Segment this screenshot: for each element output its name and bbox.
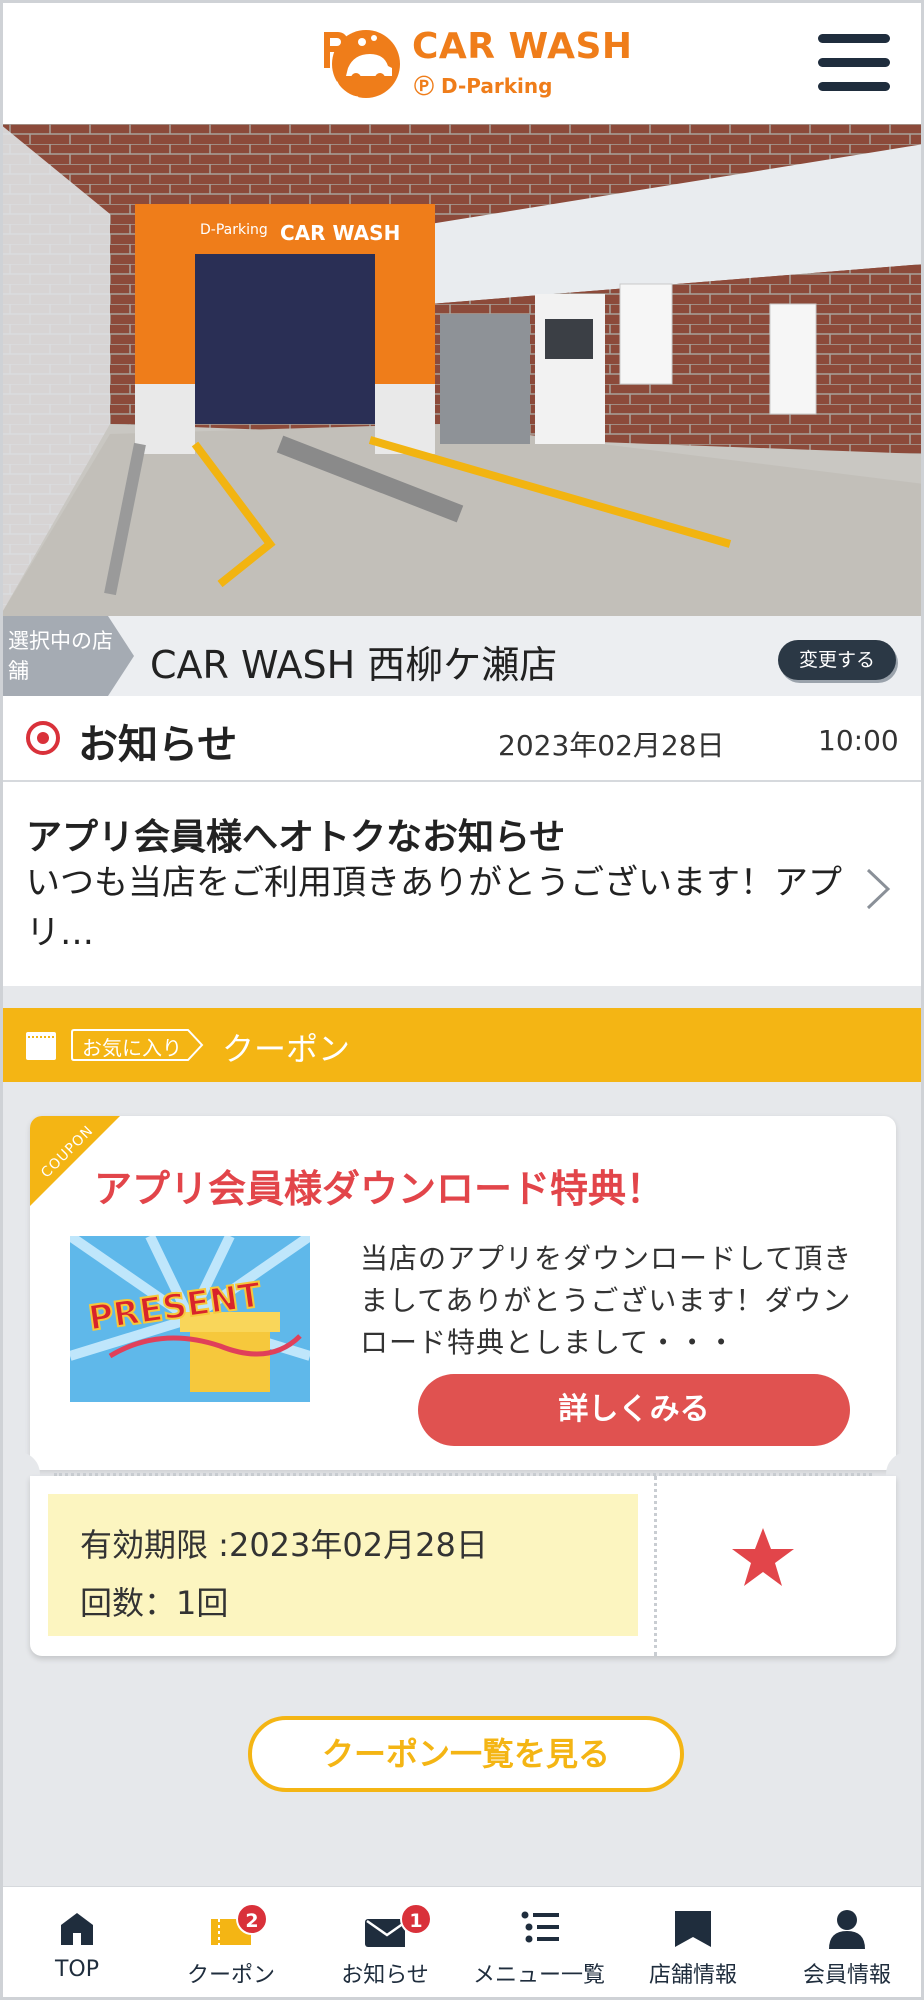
mail-icon	[365, 1919, 405, 1947]
tab-label: TOP	[54, 1957, 100, 1982]
star-icon[interactable]	[730, 1526, 796, 1588]
logo-title: CAR WASH	[412, 26, 633, 67]
news-time: 10:00	[818, 724, 899, 757]
coupon-section-title: クーポン	[222, 1030, 351, 1068]
tab-member-info[interactable]: 会員情報	[770, 1887, 924, 2000]
coupon-badge: 2	[236, 1903, 268, 1935]
tab-store-info[interactable]: 店舗情報	[616, 1887, 770, 2000]
bottom-tab-bar: TOP 2 クーポン 1 お知らせ メニュー一覧 店舗情報 会員情報	[0, 1886, 924, 2000]
present-image: PRESENT	[70, 1236, 310, 1402]
logo-mark-icon	[324, 30, 400, 100]
tab-news[interactable]: 1 お知らせ	[308, 1887, 462, 2000]
store-icon	[675, 1911, 711, 1947]
store-photo: D-Parking CAR WASH	[0, 124, 924, 616]
radio-dot-icon	[26, 721, 60, 755]
coupon-description: 当店のアプリをダウンロードして頂きましてありがとうございます！ダウンロード特典と…	[360, 1242, 853, 1359]
coupon-card-top: COUPON アプリ会員様ダウンロード特典！ PRESENT 当店のアプリをダウ…	[30, 1116, 896, 1470]
favorite-tag-label: お気に入り	[82, 1036, 182, 1060]
logo-subtitle: Ⓟ D-Parking	[414, 70, 552, 99]
coupon-validity-box: 有効期限 :2023年02月28日 回数：1回	[48, 1494, 638, 1636]
news-item[interactable]: アプリ会員様へオトクなお知らせ いつも当店をご利用頂きありがとうございます！アプ…	[0, 782, 924, 986]
tab-label: 店舗情報	[648, 1963, 737, 1988]
selected-store-bar: 選択中の店舗 CAR WASH 西柳ケ瀬店 変更する	[0, 616, 924, 696]
news-item-text: いつも当店をご利用頂きありがとうございます！アプリ…	[26, 863, 842, 953]
gantry-title: CAR WASH	[280, 221, 400, 245]
chevron-right-icon	[866, 868, 891, 910]
logo-subtitle-text: D-Parking	[440, 74, 553, 98]
tab-label: クーポン	[186, 1963, 275, 1988]
selected-store-label: 選択中の店舗	[8, 629, 113, 683]
app-header: CAR WASH Ⓟ D-Parking	[0, 0, 924, 124]
view-coupon-list-button[interactable]: クーポン一覧を見る	[248, 1716, 684, 1792]
d-parking-mark-icon: Ⓟ	[414, 74, 434, 98]
tab-label: 会員情報	[802, 1963, 891, 1988]
coupon-expiry: 有効期限 :2023年02月28日	[80, 1526, 488, 1564]
coupon-section-header: お気に入り クーポン	[0, 1008, 924, 1082]
tab-top[interactable]: TOP	[0, 1887, 154, 2000]
ticket-icon	[26, 1032, 56, 1060]
change-store-button[interactable]: 変更する	[778, 640, 896, 680]
tab-coupon[interactable]: 2 クーポン	[154, 1887, 308, 2000]
carwash-logo[interactable]: CAR WASH Ⓟ D-Parking	[316, 22, 632, 102]
coupon-card: COUPON アプリ会員様ダウンロード特典！ PRESENT 当店のアプリをダウ…	[18, 1116, 908, 1656]
coupon-usage-count: 回数：1回	[80, 1584, 229, 1622]
news-header: お知らせ 2023年02月28日 10:00	[0, 696, 924, 782]
news-item-title: アプリ会員様へオトクなお知らせ	[26, 817, 566, 858]
home-icon	[61, 1913, 93, 1945]
tab-label: メニュー一覧	[472, 1963, 605, 1988]
tab-menu-list[interactable]: メニュー一覧	[462, 1887, 616, 2000]
user-icon	[829, 1910, 865, 1949]
store-name: CAR WASH 西柳ケ瀬店	[150, 643, 558, 687]
menu-list-icon	[521, 1911, 559, 1943]
vertical-divider	[654, 1476, 657, 1656]
news-heading: お知らせ	[78, 722, 238, 768]
coupon-title: アプリ会員様ダウンロード特典！	[94, 1167, 665, 1211]
coupon-card-bottom: 有効期限 :2023年02月28日 回数：1回	[30, 1476, 896, 1656]
news-badge: 1	[400, 1903, 432, 1935]
hamburger-menu-icon[interactable]	[818, 32, 890, 94]
news-date: 2023年02月28日	[498, 729, 725, 762]
tab-label: お知らせ	[341, 1963, 429, 1988]
gantry-brand: D-Parking	[200, 222, 268, 238]
coupon-detail-button[interactable]: 詳しくみる	[418, 1374, 850, 1446]
